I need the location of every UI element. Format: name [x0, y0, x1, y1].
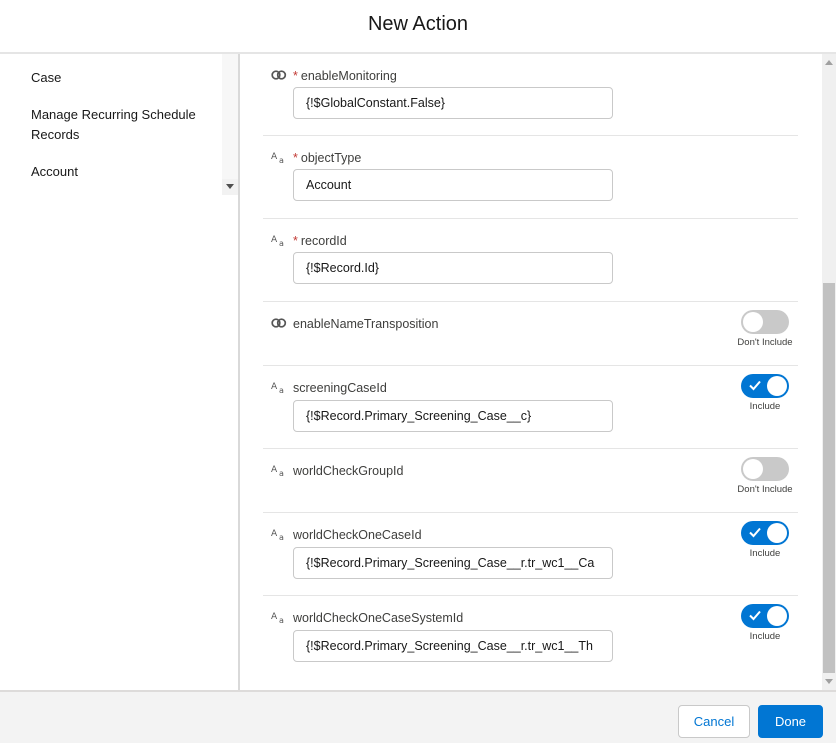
- text-type-icon: A a: [271, 529, 284, 541]
- modal-header: New Action: [0, 0, 836, 54]
- include-toggle[interactable]: [741, 604, 789, 628]
- parameter-row-world-check-one-case-id: A a worldCheckOneCaseId {!$Record.Primar…: [263, 513, 798, 596]
- svg-text:a: a: [279, 616, 284, 624]
- checkmark-icon: [749, 380, 761, 391]
- parameter-row-enable-monitoring: * enableMonitoring {!$GlobalConstant.Fals…: [263, 54, 798, 136]
- toggle-status-label: Don't Include: [737, 484, 793, 495]
- required-marker: *: [293, 69, 298, 83]
- enable-monitoring-input[interactable]: {!$GlobalConstant.False}: [293, 87, 613, 119]
- include-toggle[interactable]: [741, 310, 789, 334]
- scroll-down-arrow-icon[interactable]: [825, 679, 833, 684]
- boolean-link-icon: [271, 318, 287, 328]
- toggle-knob: [767, 376, 787, 396]
- svg-text:A: A: [271, 465, 278, 475]
- svg-text:a: a: [279, 156, 284, 164]
- sidebar-item-account[interactable]: Account: [31, 162, 211, 182]
- parameter-name: recordId: [300, 234, 347, 248]
- parameter-row-world-check-group-id: A a worldCheckGroupId Don't Include: [263, 449, 798, 513]
- include-toggle[interactable]: [741, 374, 789, 398]
- sidebar-item-manage-recurring-schedule-records[interactable]: Manage Recurring Schedule Records: [31, 105, 211, 145]
- main-scrollbar[interactable]: [822, 54, 836, 690]
- boolean-link-icon: [271, 70, 287, 80]
- parameter-name: enableNameTransposition: [293, 317, 439, 331]
- text-type-icon: A a: [271, 235, 284, 247]
- include-toggle[interactable]: [741, 521, 789, 545]
- sidebar-scrollbar[interactable]: [222, 54, 238, 195]
- parameter-label: * recordId: [293, 234, 347, 248]
- toggle-knob: [767, 606, 787, 626]
- svg-text:A: A: [271, 152, 278, 162]
- svg-text:a: a: [279, 386, 284, 394]
- parameter-list: * enableMonitoring {!$GlobalConstant.Fals…: [242, 54, 822, 690]
- parameter-name: enableMonitoring: [300, 69, 397, 83]
- svg-text:a: a: [279, 469, 284, 477]
- sidebar: Case Manage Recurring Schedule Records A…: [0, 54, 240, 690]
- toggle-status-label: Include: [749, 631, 781, 642]
- text-type-icon: A a: [271, 152, 284, 164]
- svg-text:A: A: [271, 382, 278, 392]
- toggle-status-label: Don't Include: [737, 337, 793, 348]
- parameter-label: * enableMonitoring: [293, 69, 397, 83]
- object-type-input[interactable]: Account: [293, 169, 613, 201]
- cancel-button[interactable]: Cancel: [678, 705, 750, 738]
- svg-text:a: a: [279, 239, 284, 247]
- parameter-row-object-type: A a * objectType Account: [263, 136, 798, 219]
- parameter-row-record-id: A a * recordId {!$Record.Id}: [263, 219, 798, 302]
- screening-case-id-input[interactable]: {!$Record.Primary_Screening_Case__c}: [293, 400, 613, 432]
- parameter-name: worldCheckOneCaseId: [293, 528, 422, 542]
- text-type-icon: A a: [271, 612, 284, 624]
- svg-text:A: A: [271, 612, 278, 622]
- svg-text:A: A: [271, 529, 278, 539]
- toggle-status-label: Include: [749, 548, 781, 559]
- parameter-row-screening-case-id: A a screeningCaseId {!$Record.Primary_Sc…: [263, 366, 798, 449]
- modal-footer: Cancel Done: [0, 690, 836, 743]
- toggle-knob: [767, 523, 787, 543]
- record-id-input[interactable]: {!$Record.Id}: [293, 252, 613, 284]
- toggle-knob: [743, 312, 763, 332]
- required-marker: *: [293, 151, 298, 165]
- done-button[interactable]: Done: [758, 705, 823, 738]
- world-check-one-case-id-input[interactable]: {!$Record.Primary_Screening_Case__r.tr_w…: [293, 547, 613, 579]
- scroll-up-arrow-icon[interactable]: [825, 60, 833, 65]
- main-scrollbar-thumb[interactable]: [823, 283, 835, 673]
- svg-text:a: a: [279, 533, 284, 541]
- parameter-row-enable-name-transposition: enableNameTransposition Don't Include: [263, 302, 798, 366]
- sidebar-scrollbar-thumb[interactable]: [222, 54, 238, 179]
- scroll-down-arrow-icon[interactable]: [226, 184, 234, 189]
- svg-text:A: A: [271, 235, 278, 245]
- include-toggle[interactable]: [741, 457, 789, 481]
- required-marker: *: [293, 234, 298, 248]
- text-type-icon: A a: [271, 465, 284, 477]
- parameter-name: worldCheckOneCaseSystemId: [293, 611, 464, 625]
- parameter-name: objectType: [300, 151, 362, 165]
- parameter-name: worldCheckGroupId: [293, 464, 404, 478]
- sidebar-item-case[interactable]: Case: [31, 68, 211, 88]
- toggle-knob: [743, 459, 763, 479]
- toggle-status-label: Include: [749, 401, 781, 412]
- world-check-one-case-system-id-input[interactable]: {!$Record.Primary_Screening_Case__r.tr_w…: [293, 630, 613, 662]
- parameter-label: * objectType: [293, 151, 361, 165]
- checkmark-icon: [749, 527, 761, 538]
- checkmark-icon: [749, 610, 761, 621]
- parameter-row-world-check-one-case-system-id: A a worldCheckOneCaseSystemId {!$Record.…: [263, 596, 798, 679]
- parameter-name: screeningCaseId: [293, 381, 387, 395]
- text-type-icon: A a: [271, 382, 284, 394]
- modal-title: New Action: [367, 13, 469, 35]
